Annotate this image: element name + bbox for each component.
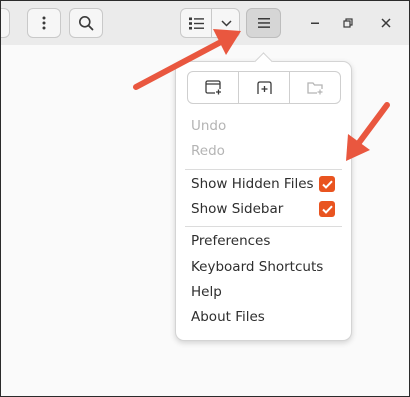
checkmark-icon: [321, 205, 333, 214]
menu-show-sidebar-label: Show Sidebar: [191, 201, 284, 217]
menu-show-hidden-files-label: Show Hidden Files: [191, 176, 314, 192]
minimize-icon: [310, 18, 320, 28]
menu-show-sidebar[interactable]: Show Sidebar: [176, 197, 351, 222]
list-view-icon: [188, 17, 204, 30]
files-window: Undo Redo Show Hidden Files Show Sidebar: [0, 0, 410, 397]
view-options-button[interactable]: [212, 9, 240, 37]
menu-undo: Undo: [191, 118, 227, 134]
new-tab-button[interactable]: [239, 72, 290, 103]
menu-redo: Redo: [191, 143, 225, 159]
hamburger-menu-icon: [247, 9, 280, 37]
main-menu-button[interactable]: [246, 8, 281, 38]
close-icon: [381, 18, 391, 28]
view-button-group: [180, 8, 240, 38]
new-folder-button[interactable]: [290, 72, 340, 103]
path-bar[interactable]: [1, 8, 10, 38]
new-window-button[interactable]: [188, 72, 239, 103]
menu-keyboard-shortcuts[interactable]: Keyboard Shortcuts: [176, 255, 351, 280]
show-hidden-files-checkbox[interactable]: [319, 176, 335, 192]
popover-tail: [254, 52, 273, 71]
menu-show-hidden-files[interactable]: Show Hidden Files: [176, 172, 351, 197]
annotation-arrow: [346, 102, 390, 161]
minimize-button[interactable]: [304, 12, 326, 34]
menu-separator: [185, 169, 342, 170]
new-folder-icon: [306, 81, 324, 95]
maximize-icon: [343, 18, 353, 28]
menu-separator: [185, 226, 342, 227]
menu-preferences[interactable]: Preferences: [176, 229, 351, 254]
search-icon: [70, 9, 102, 37]
more-options-button[interactable]: [27, 8, 61, 38]
checkmark-icon: [321, 180, 333, 189]
search-button[interactable]: [69, 8, 103, 38]
chevron-down-icon: [220, 19, 232, 27]
header-bar: [1, 1, 409, 45]
menu-about-files[interactable]: About Files: [176, 305, 351, 330]
new-actions-row: [187, 71, 341, 104]
new-window-icon: [204, 80, 222, 95]
new-tab-icon: [256, 80, 272, 95]
main-menu-popover: Undo Redo Show Hidden Files Show Sidebar: [175, 52, 352, 341]
vertical-ellipsis-icon: [28, 9, 60, 37]
maximize-button[interactable]: [337, 12, 359, 34]
list-view-button[interactable]: [181, 9, 211, 37]
close-button[interactable]: [375, 12, 397, 34]
menu-help[interactable]: Help: [176, 280, 351, 305]
show-sidebar-checkbox[interactable]: [319, 201, 335, 217]
